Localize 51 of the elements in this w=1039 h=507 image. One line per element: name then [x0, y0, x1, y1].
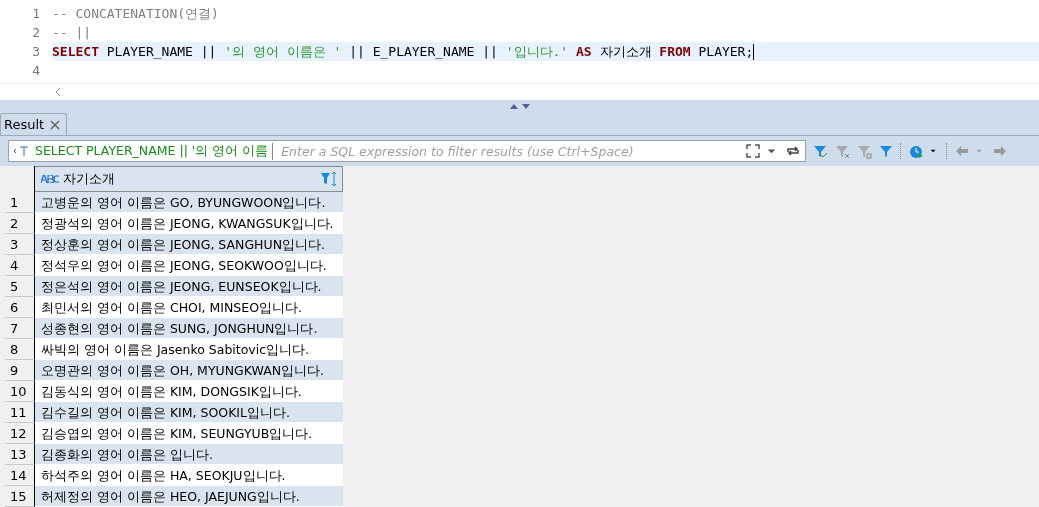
row-number: 1 [5, 192, 35, 213]
filter-clear-icon[interactable] [834, 143, 850, 159]
close-icon[interactable] [50, 119, 61, 130]
row-number: 10 [5, 381, 35, 402]
row-number: 11 [5, 402, 35, 423]
row-number: 3 [5, 234, 35, 255]
text-type-icon [41, 175, 59, 183]
line-number: 3 [0, 42, 52, 61]
code-line: SELECT PLAYER_NAME || '의 영어 이름은 ' || E_PLAYER_NAME || '입니다.' AS 자기소개 FROM PLAYER; [52, 42, 755, 61]
clock-icon[interactable] [908, 143, 924, 159]
row-number: 12 [5, 423, 35, 444]
arrow-right-icon[interactable] [992, 143, 1008, 159]
filter-icon[interactable] [878, 143, 894, 159]
code-line: -- || [52, 24, 92, 42]
filter-field[interactable]: SELECT PLAYER_NAME || '의 영어 이름 Enter a SQL expression to filter results (use Ctrl+Space) [8, 140, 806, 162]
table-cell: 고병운의 영어 이름은 GO, BYUNGWOON입니다. [35, 192, 343, 213]
column-header[interactable]: 자기소개 [35, 166, 343, 192]
splitter-arrows-icon[interactable] [508, 102, 531, 111]
filter-check-icon[interactable] [812, 143, 828, 159]
table-cell: 김승엽의 영어 이름은 KIM, SEUNGYUB입니다. [35, 423, 343, 444]
row-number: 5 [5, 276, 35, 297]
row-number: 2 [5, 213, 35, 234]
row-number: 8 [5, 339, 35, 360]
row-number: 7 [5, 318, 35, 339]
row-number: 14 [5, 465, 35, 486]
table-cell: 김동식의 영어 이름은 KIM, DONGSIK입니다. [35, 381, 343, 402]
scroll-left-icon[interactable] [54, 86, 62, 97]
column-title: 자기소개 [63, 170, 116, 188]
table-cell: 김종화의 영어 이름은 입니다. [35, 444, 343, 465]
table-cell: 최민서의 영어 이름은 CHOI, MINSEO입니다. [35, 297, 343, 318]
filter-sort-icon[interactable] [320, 171, 338, 187]
table-cell: 정광석의 영어 이름은 JEONG, KWANGSUK입니다. [35, 213, 343, 234]
table-cell: 정석우의 영어 이름은 JEONG, SEOKWOO입니다. [35, 255, 343, 276]
row-number: 4 [5, 255, 35, 276]
expression-icon [13, 145, 29, 157]
table-cell: 김수길의 영어 이름은 KIM, SOOKIL입니다. [35, 402, 343, 423]
row-number: 9 [5, 360, 35, 381]
result-tab[interactable]: Result [0, 113, 68, 135]
code-line: -- CONCATENATION(연결) [52, 4, 219, 23]
table-cell: 정은석의 영어 이름은 JEONG, EUNSEOK입니다. [35, 276, 343, 297]
table-cell: 성종현의 영어 이름은 SUNG, JONGHUN입니다. [35, 318, 343, 339]
table-cell: 허제정의 영어 이름은 HEO, JAEJUNG입니다. [35, 486, 343, 507]
table-cell: 하석주의 영어 이름은 HA, SEOKJU입니다. [35, 465, 343, 486]
filter-query: SELECT PLAYER_NAME || '의 영어 이름 [35, 142, 274, 160]
row-number: 6 [5, 297, 35, 318]
expand-icon[interactable] [745, 143, 761, 159]
table-cell: 오명관의 영어 이름은 OH, MYUNGKWAN입니다. [35, 360, 343, 381]
table-cell: 싸빅의 영어 이름은 Jasenko Sabitovic입니다. [35, 339, 343, 360]
row-number: 13 [5, 444, 35, 465]
row-number: 15 [5, 486, 35, 507]
table-cell: 정상훈의 영어 이름은 JEONG, SANGHUN입니다. [35, 234, 343, 255]
